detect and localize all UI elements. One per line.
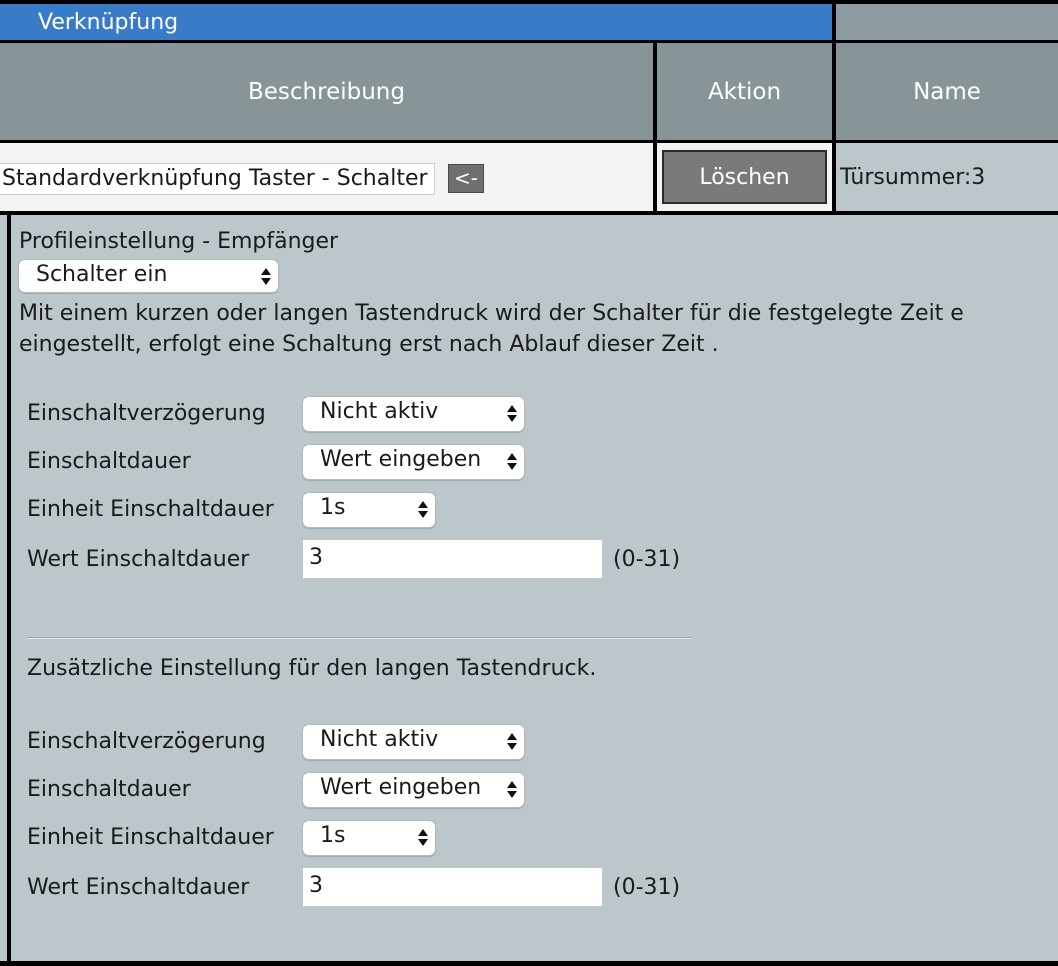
updown-caret-icon	[507, 733, 517, 751]
delay-select-value: Nicht aktiv	[320, 399, 439, 424]
updown-caret-icon	[418, 501, 428, 519]
value-range: (0-31)	[613, 547, 681, 572]
duration-select[interactable]: Wert eingeben	[302, 444, 525, 480]
long-value-label: Wert Einschaltdauer	[27, 875, 250, 900]
panel-border-left	[7, 215, 11, 966]
duration-select-value: Wert eingeben	[320, 447, 482, 472]
description-input[interactable]: Standardverknüpfung Taster - Schalter	[0, 163, 435, 195]
unit-select-value: 1s	[320, 495, 346, 520]
long-duration-select-value: Wert eingeben	[320, 775, 482, 800]
profile-description-line2: eingestellt, erfolgt eine Schaltung erst…	[19, 332, 719, 357]
arrow-button[interactable]: <-	[448, 164, 484, 193]
long-unit-select[interactable]: 1s	[302, 820, 436, 856]
long-duration-select[interactable]: Wert eingeben	[302, 772, 525, 808]
long-unit-label: Einheit Einschaltdauer	[27, 825, 274, 850]
long-delay-select-value: Nicht aktiv	[320, 727, 439, 752]
delete-button[interactable]: Löschen	[662, 150, 827, 204]
delay-select[interactable]: Nicht aktiv	[302, 396, 525, 432]
long-press-heading: Zusätzliche Einstellung für den langen T…	[27, 656, 597, 681]
unit-label: Einheit Einschaltdauer	[27, 497, 274, 522]
profile-select[interactable]: Schalter ein	[18, 259, 279, 293]
page-title: Verknüpfung	[38, 10, 179, 35]
long-duration-label: Einschaltdauer	[27, 777, 191, 802]
updown-caret-icon	[507, 781, 517, 799]
updown-caret-icon	[418, 829, 428, 847]
long-value-range: (0-31)	[613, 875, 681, 900]
panel-border-bottom	[0, 961, 1058, 966]
duration-label: Einschaltdauer	[27, 449, 191, 474]
name-value: Türsummer:3	[840, 165, 986, 190]
column-header-action: Aktion	[657, 43, 832, 140]
value-label: Wert Einschaltdauer	[27, 547, 250, 572]
panel-border-top	[0, 211, 1058, 215]
updown-caret-icon	[507, 453, 517, 471]
unit-select[interactable]: 1s	[302, 492, 436, 528]
long-delay-label: Einschaltverzögerung	[27, 729, 266, 754]
updown-caret-icon	[507, 405, 517, 423]
delay-label: Einschaltverzögerung	[27, 401, 266, 426]
value-input[interactable]: 3	[302, 539, 603, 579]
profile-label: Profileinstellung - Empfänger	[19, 229, 339, 254]
long-delay-select[interactable]: Nicht aktiv	[302, 724, 525, 760]
column-header-description: Beschreibung	[0, 43, 653, 140]
long-value-input[interactable]: 3	[302, 867, 603, 907]
profile-description-line1: Mit einem kurzen oder langen Tastendruck…	[19, 301, 964, 326]
updown-caret-icon	[261, 268, 271, 286]
profile-select-value: Schalter ein	[36, 262, 168, 287]
long-unit-select-value: 1s	[320, 823, 346, 848]
column-header-name: Name	[836, 43, 1058, 140]
title-bar-grey	[836, 4, 1058, 40]
section-divider	[27, 637, 691, 639]
